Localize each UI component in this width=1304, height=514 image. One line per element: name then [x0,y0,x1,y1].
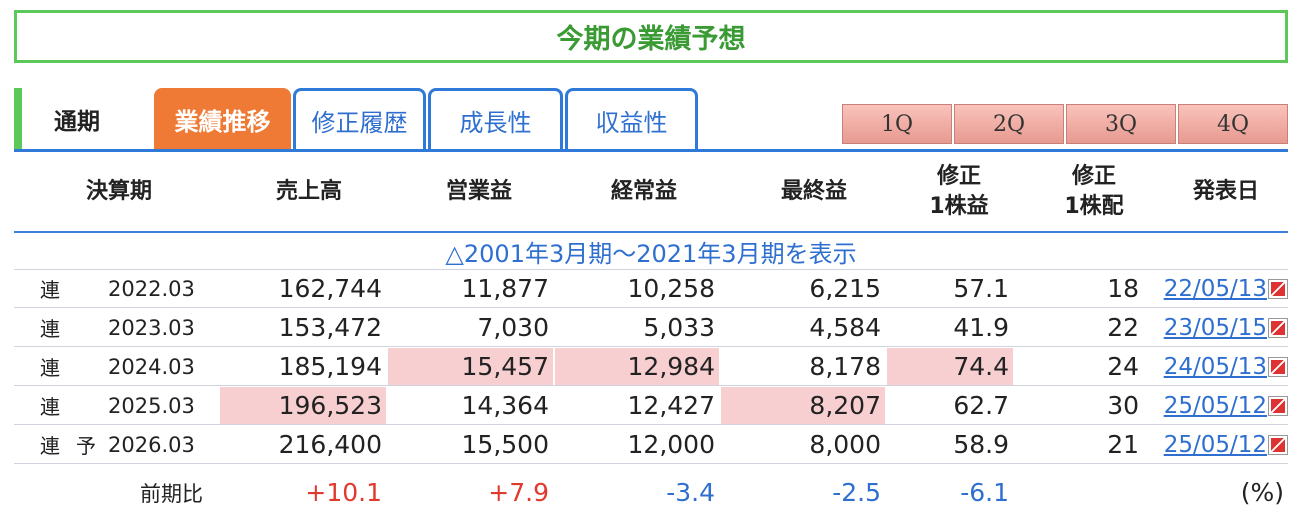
row-dividend: 21 [1107,430,1139,459]
row-ordinary-profit: 12,427 [627,391,715,420]
row-kind: 連 [40,278,60,302]
row-forecast-mark [76,348,102,385]
row-ordinary-profit: 5,033 [643,313,715,342]
row-period: 2023.03 [108,315,195,340]
header-operating-profit: 営業益 [445,179,512,204]
header-net-profit: 最終益 [780,179,847,204]
row-operating-profit: 11,877 [461,274,549,303]
row-sales: 185,194 [278,352,382,381]
row-forecast-mark [76,387,102,424]
row-announce-date-link[interactable]: 22/05/13 [1145,270,1267,307]
table-header: 決算期 売上高 営業益 経常益 最終益 修正 1株益 修正 1株配 発表日 [14,152,1288,232]
quarter-button-3q[interactable]: 3Q [1066,104,1176,144]
pdf-icon[interactable] [1268,279,1288,299]
row-dividend: 24 [1107,352,1139,381]
table-row: 連 2025.03 196,523 14,364 12,427 8,207 62… [14,387,1288,425]
comparison-unit: (%) [1240,478,1284,507]
row-announce-date-link[interactable]: 25/05/12 [1145,387,1267,424]
comparison-ordinary-profit: -3.4 [666,478,715,507]
row-operating-profit: 15,500 [461,430,549,459]
tab-label-tsuki: 通期 [14,88,152,150]
pdf-icon[interactable] [1268,396,1288,416]
quarter-button-1q[interactable]: 1Q [842,104,952,144]
comparison-net-profit: -2.5 [832,478,881,507]
header-period: 決算期 [85,179,152,204]
section-title: 今期の業績予想 [14,10,1288,63]
row-sales: 162,744 [278,274,382,303]
table-row: 連 予 2026.03 216,400 15,500 12,000 8,000 … [14,426,1288,464]
comparison-label: 前期比 [140,481,203,506]
section-title-text: 今期の業績予想 [556,24,746,55]
header-announce-date: 発表日 [1192,179,1259,204]
row-operating-profit: 15,457 [388,348,553,385]
row-kind: 連 [40,434,60,458]
row-period: 2026.03 [108,432,195,457]
pdf-icon[interactable] [1268,318,1288,338]
row-net-profit: 6,215 [809,274,881,303]
tab-performance[interactable]: 業績推移 [154,88,291,150]
row-net-profit: 8,207 [721,387,885,424]
table-row: 連 2022.03 162,744 11,877 10,258 6,215 57… [14,270,1288,308]
pdf-icon[interactable] [1268,435,1288,455]
row-operating-profit: 7,030 [477,313,549,342]
header-sales: 売上高 [275,179,342,204]
show-past-periods-link[interactable]: △2001年3月期～2021年3月期を表示 [14,233,1288,269]
row-eps: 58.9 [953,430,1009,459]
row-forecast-mark [76,309,102,346]
header-ordinary-profit: 経常益 [610,179,677,204]
comparison-sales: +10.1 [305,478,382,507]
row-net-profit: 8,000 [809,430,881,459]
row-forecast-mark [76,270,102,307]
pdf-icon[interactable] [1268,357,1288,377]
row-kind: 連 [40,356,60,380]
comparison-eps: -6.1 [960,478,1009,507]
row-dividend: 30 [1107,391,1139,420]
row-ordinary-profit: 12,984 [555,348,719,385]
row-dividend: 18 [1107,274,1139,303]
quarter-button-2q[interactable]: 2Q [954,104,1064,144]
row-sales: 153,472 [278,313,382,342]
tab-profitability[interactable]: 収益性 [565,88,698,150]
row-period: 2025.03 [108,393,195,418]
row-eps: 57.1 [953,274,1009,303]
row-net-profit: 8,178 [809,352,881,381]
tab-bar: 通期 業績推移 修正履歴 成長性 収益性 1Q 2Q 3Q 4Q [14,86,1288,152]
header-eps: 修正 1株益 [929,164,989,219]
tab-revision-history[interactable]: 修正履歴 [293,88,426,150]
header-dividend: 修正 1株配 [1064,164,1124,219]
row-kind: 連 [40,395,60,419]
row-announce-date-link[interactable]: 24/05/13 [1145,348,1267,385]
row-operating-profit: 14,364 [461,391,549,420]
row-dividend: 22 [1107,313,1139,342]
row-period: 2024.03 [108,354,195,379]
comparison-row: 前期比 +10.1 +7.9 -3.4 -2.5 -6.1 (%) [14,474,1288,512]
comparison-operating-profit: +7.9 [488,478,549,507]
row-sales: 196,523 [220,387,386,424]
tab-growth[interactable]: 成長性 [428,88,563,150]
row-ordinary-profit: 12,000 [627,430,715,459]
row-announce-date-link[interactable]: 25/05/12 [1145,426,1267,463]
row-period: 2022.03 [108,276,195,301]
row-ordinary-profit: 10,258 [627,274,715,303]
row-forecast-mark: 予 [76,434,96,458]
row-eps: 62.7 [953,391,1009,420]
row-kind: 連 [40,317,60,341]
row-net-profit: 4,584 [809,313,881,342]
row-eps: 74.4 [887,348,1013,385]
table-row: 連 2023.03 153,472 7,030 5,033 4,584 41.9… [14,309,1288,347]
row-announce-date-link[interactable]: 23/05/15 [1145,309,1267,346]
row-eps: 41.9 [953,313,1009,342]
row-sales: 216,400 [278,430,382,459]
quarter-button-4q[interactable]: 4Q [1178,104,1288,144]
table-row: 連 2024.03 185,194 15,457 12,984 8,178 74… [14,348,1288,386]
